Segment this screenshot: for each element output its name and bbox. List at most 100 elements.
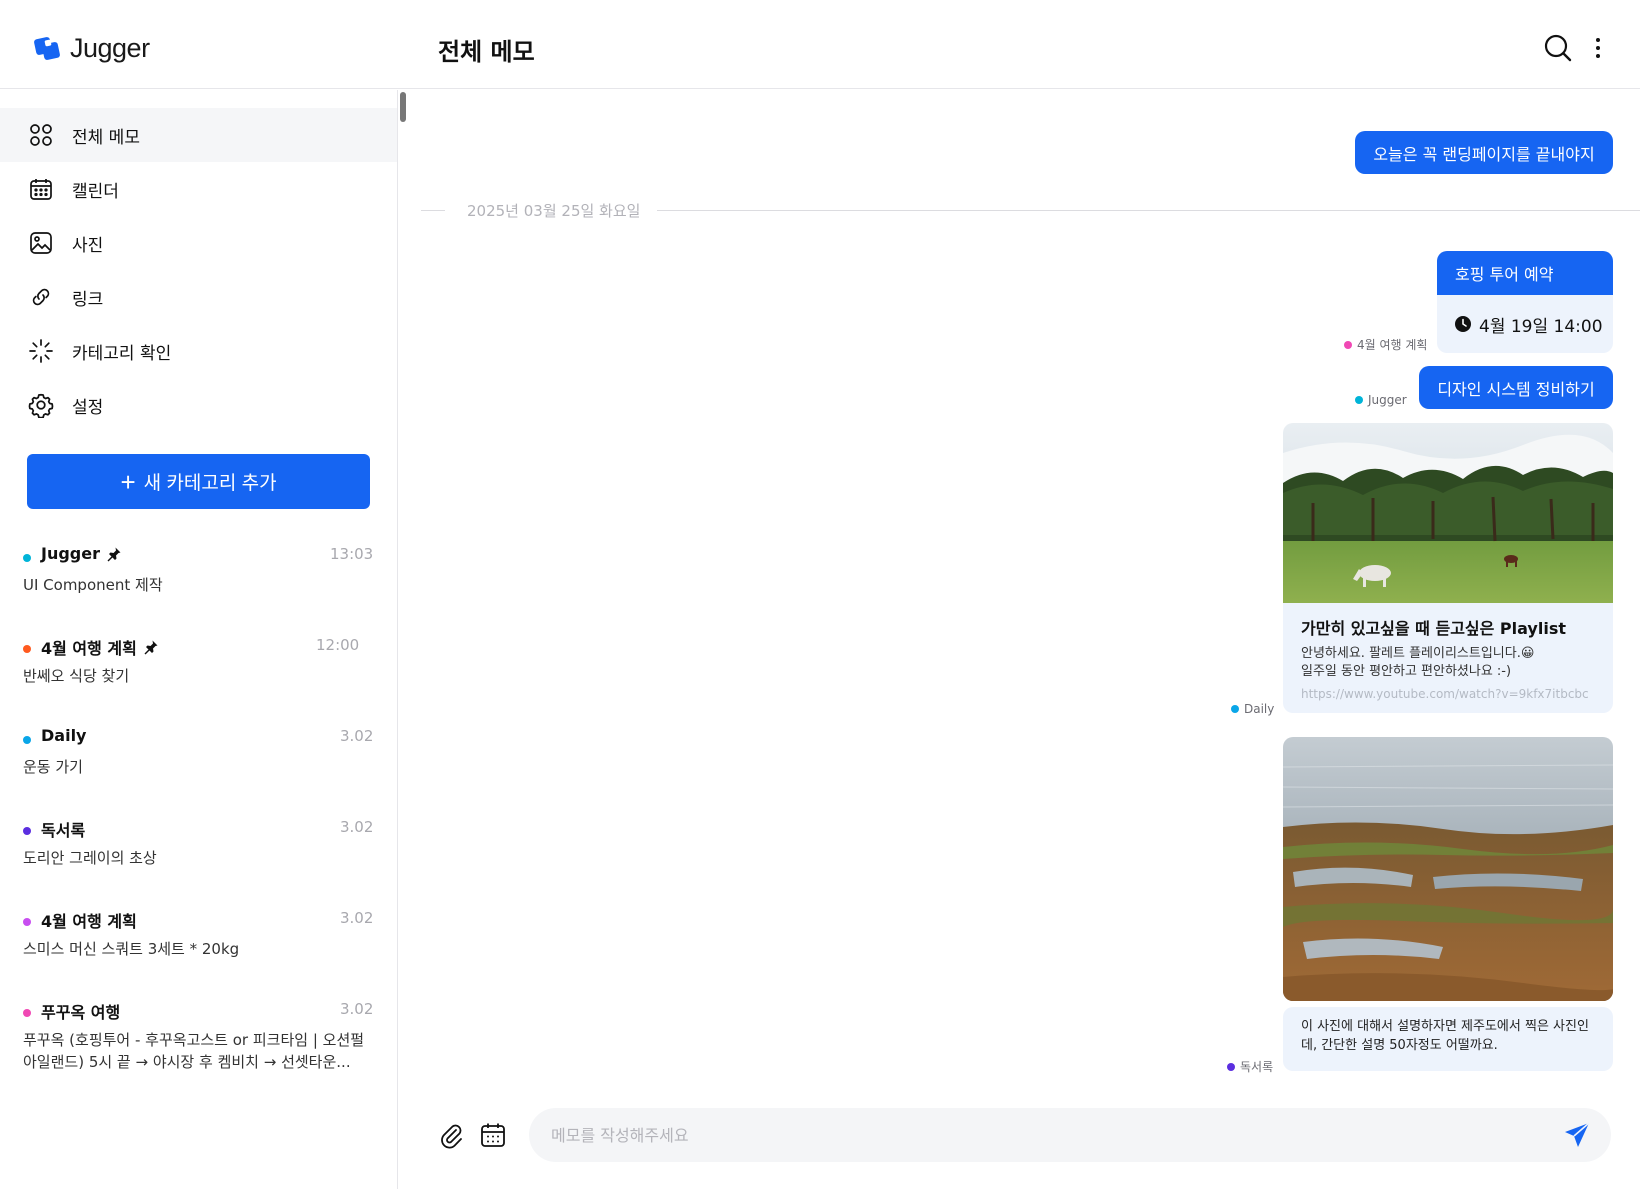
tag-label: 독서록 bbox=[1240, 1060, 1274, 1074]
photo-attachment[interactable] bbox=[1283, 737, 1613, 1001]
sidebar: 전체 메모 캘린더 사진 링크 카테고리 확인 설정 + 새 카테고리 추가 J… bbox=[0, 90, 398, 1189]
sidebar-item-label: 카테고리 확인 bbox=[72, 343, 172, 364]
sidebar-item-label: 전체 메모 bbox=[72, 127, 140, 148]
sidebar-item-calendar[interactable]: 캘린더 bbox=[0, 162, 397, 216]
schedule-time: 4월 19일 14:00 bbox=[1479, 316, 1603, 337]
memo-preview: UI Component 제작 bbox=[23, 576, 163, 594]
list-item[interactable]: 4월 여행 계획 12:00 반쎄오 식당 찾기 bbox=[0, 633, 397, 724]
sidebar-item-label: 사진 bbox=[72, 235, 104, 256]
memo-input[interactable] bbox=[551, 1108, 1511, 1162]
memo-preview: 반쎄오 식당 찾기 bbox=[23, 667, 130, 685]
memo-bubble[interactable]: 디자인 시스템 정비하기 bbox=[1419, 366, 1613, 409]
memo-category-tag[interactable]: 4월 여행 계획 bbox=[1344, 336, 1427, 353]
pin-icon bbox=[107, 547, 121, 561]
sidebar-item-settings[interactable]: 설정 bbox=[0, 378, 397, 432]
memo-title: Jugger bbox=[41, 544, 122, 563]
sidebar-item-label: 링크 bbox=[72, 289, 104, 310]
link-title: 가만히 있고싶을 때 듣고싶은 Playlist bbox=[1301, 619, 1567, 638]
memo-category-tag[interactable]: Jugger bbox=[1355, 393, 1407, 407]
memo-list: Jugger 13:03 UI Component 제작 4월 여행 계획 12… bbox=[0, 542, 397, 1088]
memo-title-text: 푸꾸옥 여행 bbox=[41, 1003, 121, 1022]
add-category-button[interactable]: + 새 카테고리 추가 bbox=[27, 454, 370, 509]
divider-line bbox=[421, 210, 445, 211]
category-dot bbox=[23, 645, 31, 653]
category-dot bbox=[23, 918, 31, 926]
image-icon bbox=[28, 230, 54, 256]
pin-icon bbox=[144, 640, 158, 655]
list-item[interactable]: Daily 3.02 운동 가기 bbox=[0, 724, 397, 815]
list-item[interactable]: 독서록 3.02 도리안 그레이의 초상 bbox=[0, 815, 397, 906]
paperclip-icon[interactable] bbox=[437, 1121, 465, 1149]
category-dot bbox=[23, 554, 31, 562]
sidebar-item-category-check[interactable]: 카테고리 확인 bbox=[0, 324, 397, 378]
grid-icon bbox=[28, 122, 54, 148]
category-dot bbox=[23, 736, 31, 744]
schedule-time-row: 4월 19일 14:00 bbox=[1437, 295, 1613, 353]
memo-title-text: Daily bbox=[41, 726, 87, 745]
memo-title: 푸꾸옥 여행 bbox=[41, 999, 120, 1023]
tag-label: Jugger bbox=[1368, 393, 1407, 407]
add-category-label: 새 카테고리 추가 bbox=[143, 473, 277, 494]
schedule-card[interactable]: 호핑 투어 예약 4월 19일 14:00 bbox=[1437, 251, 1613, 353]
list-item[interactable]: 4월 여행 계획 3.02 스미스 머신 스쿼트 3세트 * 20kg bbox=[0, 906, 397, 997]
category-dot bbox=[1344, 340, 1352, 349]
app-header: Jugger 전체 메모 bbox=[0, 0, 1640, 89]
memo-title: 4월 여행 계획 bbox=[41, 635, 159, 659]
list-item[interactable]: Jugger 13:03 UI Component 제작 bbox=[0, 542, 397, 633]
memo-text: 오늘은 꼭 랜딩페이지를 끝내야지 bbox=[1373, 144, 1595, 164]
memo-bubble[interactable]: 오늘은 꼭 랜딩페이지를 끝내야지 bbox=[1355, 131, 1613, 174]
list-item[interactable]: 푸꾸옥 여행 3.02 푸꾸옥 (호핑투어 - 후꾸옥고스트 or 피크타임 |… bbox=[0, 997, 397, 1088]
memo-title: 독서록 bbox=[41, 817, 85, 841]
memo-text: 디자인 시스템 정비하기 bbox=[1437, 379, 1595, 399]
memo-title-text: 4월 여행 계획 bbox=[41, 639, 137, 658]
jugger-logo[interactable]: Jugger bbox=[32, 32, 150, 64]
send-icon[interactable] bbox=[1563, 1121, 1591, 1149]
link-thumbnail[interactable] bbox=[1283, 423, 1613, 603]
link-desc-line: 일주일 동안 평안하고 편안하셨나요 :-) bbox=[1301, 664, 1512, 679]
divider-line bbox=[657, 210, 1640, 211]
memo-time: 3.02 bbox=[340, 1000, 374, 1018]
more-vertical-icon[interactable] bbox=[1588, 34, 1608, 62]
memo-preview: 푸꾸옥 (호핑투어 - 후꾸옥고스트 or 피크타임 | 오션펄 아일랜드) 5… bbox=[23, 1031, 365, 1071]
page-title: 전체 메모 bbox=[438, 38, 535, 66]
tag-label: Daily bbox=[1244, 702, 1275, 716]
category-dot bbox=[1355, 396, 1363, 404]
category-dot bbox=[1231, 705, 1239, 713]
memo-title: Daily bbox=[41, 726, 86, 745]
memo-feed: 오늘은 꼭 랜딩페이지를 끝내야지 2025년 03월 25일 화요일 4월 여… bbox=[411, 90, 1640, 1189]
pine-field-photo bbox=[1283, 423, 1613, 603]
sidebar-item-label: 설정 bbox=[72, 397, 104, 418]
memo-composer bbox=[529, 1108, 1611, 1162]
memo-category-tag[interactable]: Daily bbox=[1231, 702, 1274, 716]
schedule-title: 호핑 투어 예약 bbox=[1437, 251, 1613, 295]
link-url[interactable]: https://www.youtube.com/watch?v=9kfx7itb… bbox=[1301, 687, 1589, 701]
memo-time: 13:03 bbox=[330, 545, 374, 563]
link-card-body[interactable]: 가만히 있고싶을 때 듣고싶은 Playlist 안녕하세요. 팔레트 플레이리… bbox=[1283, 603, 1613, 713]
jugger-logo-icon bbox=[34, 37, 60, 60]
memo-time: 3.02 bbox=[340, 727, 374, 745]
sidebar-scrollbar[interactable] bbox=[400, 92, 406, 122]
sidebar-item-photos[interactable]: 사진 bbox=[0, 216, 397, 270]
search-icon[interactable] bbox=[1543, 33, 1573, 63]
sidebar-item-links[interactable]: 링크 bbox=[0, 270, 397, 324]
memo-title-text: 독서록 bbox=[41, 821, 86, 840]
memo-time: 12:00 bbox=[316, 636, 360, 654]
gear-icon bbox=[28, 392, 54, 418]
memo-time: 3.02 bbox=[340, 818, 374, 836]
calendar-icon[interactable] bbox=[479, 1121, 507, 1149]
tag-label: 4월 여행 계획 bbox=[1357, 338, 1428, 352]
memo-preview: 스미스 머신 스쿼트 3세트 * 20kg bbox=[23, 940, 240, 958]
loading-icon bbox=[28, 338, 54, 364]
memo-note-card[interactable]: 이 사진에 대해서 설명하자면 제주도에서 찍은 사진인데, 간단한 설명 50… bbox=[1283, 1007, 1613, 1071]
category-dot bbox=[23, 827, 31, 835]
memo-title-text: Jugger bbox=[41, 544, 100, 563]
link-description: 안녕하세요. 팔레트 플레이리스트입니다.😀 일주일 동안 평안하고 편안하셨나… bbox=[1301, 645, 1534, 681]
link-icon bbox=[28, 284, 54, 310]
memo-note-text: 이 사진에 대해서 설명하자면 제주도에서 찍은 사진인데, 간단한 설명 50… bbox=[1301, 1019, 1589, 1053]
link-desc-line: 안녕하세요. 팔레트 플레이리스트입니다.😀 bbox=[1301, 646, 1535, 661]
memo-category-tag[interactable]: 독서록 bbox=[1227, 1058, 1273, 1075]
sidebar-item-all-memos[interactable]: 전체 메모 bbox=[0, 108, 397, 162]
memo-preview: 운동 가기 bbox=[23, 758, 83, 776]
sidebar-item-label: 캘린더 bbox=[72, 181, 119, 202]
date-text: 2025년 03월 25일 화요일 bbox=[467, 202, 641, 220]
